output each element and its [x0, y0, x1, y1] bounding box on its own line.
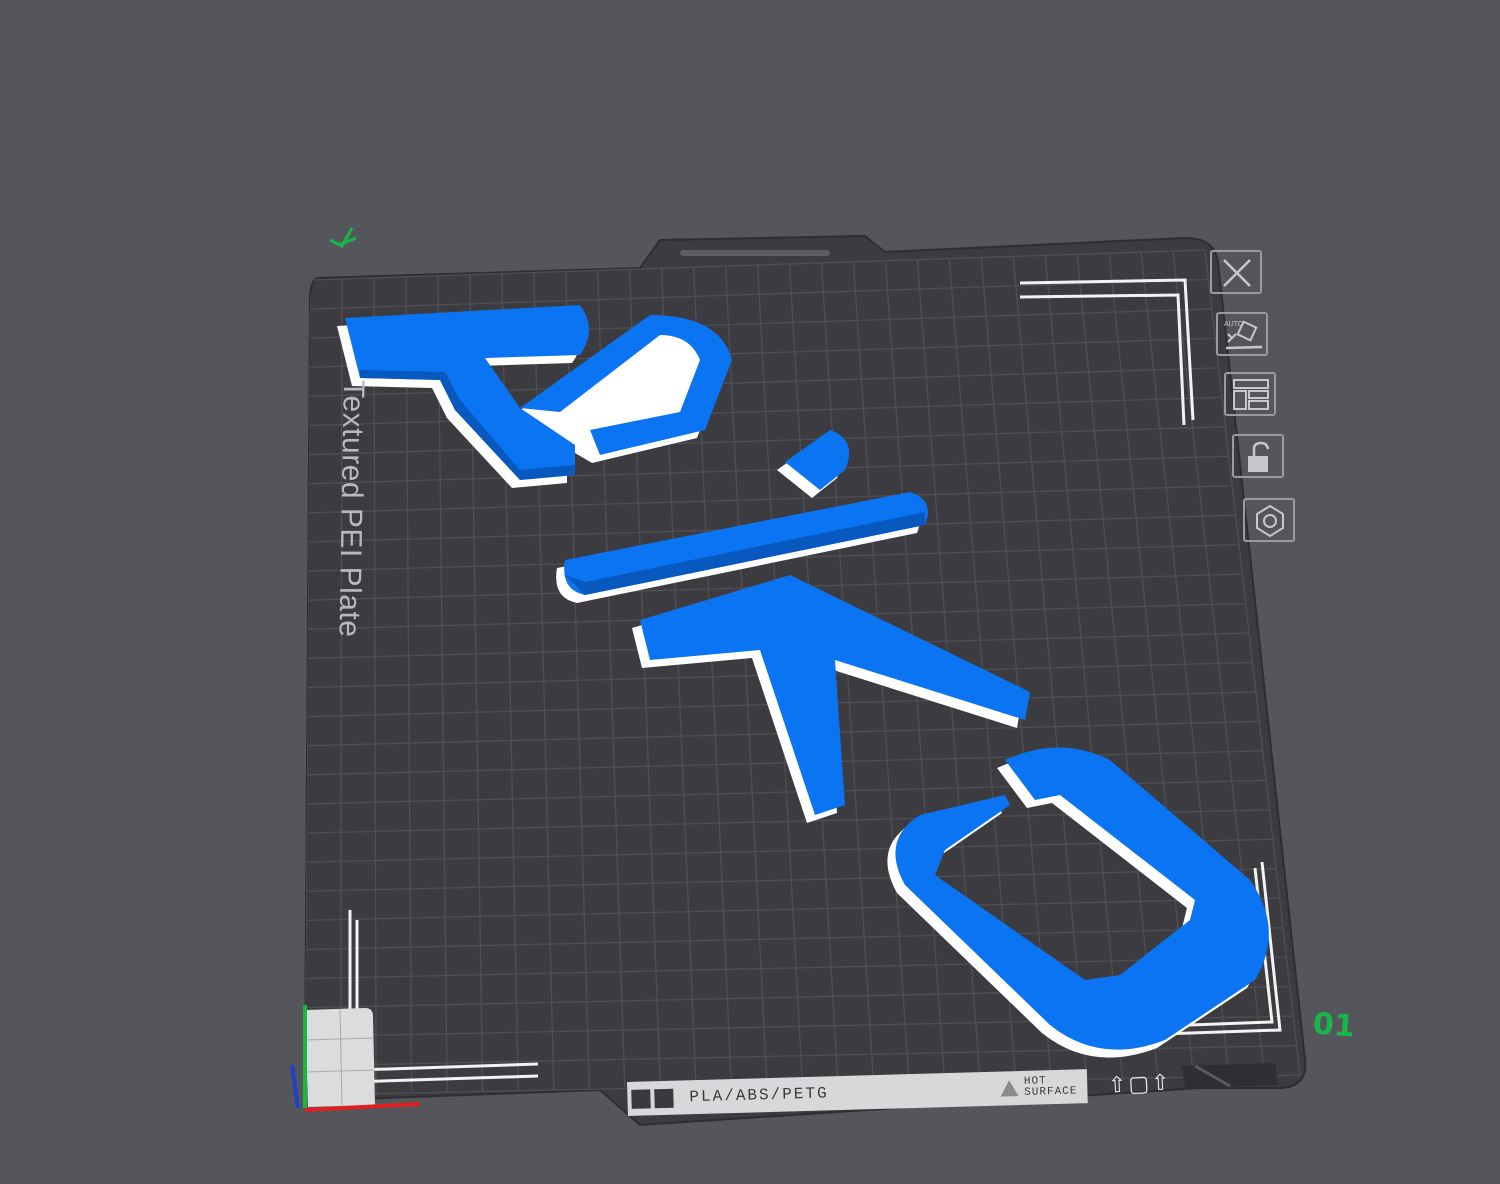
lock-icon	[1248, 441, 1270, 472]
close-icon	[1223, 259, 1251, 287]
plate-orientation-icons: ⇧▢⇧	[1107, 1070, 1173, 1099]
arrange-button[interactable]	[1224, 372, 1276, 416]
plate-type-label: Textured PEI Plate	[332, 380, 370, 638]
plate-slot	[680, 250, 830, 256]
arrange-icon	[1233, 379, 1269, 410]
warning-icon	[999, 1080, 1019, 1097]
3d-viewport[interactable]	[0, 0, 1500, 1184]
plate-number: 01	[1311, 1006, 1356, 1045]
lock-plate-button[interactable]	[1232, 434, 1284, 478]
plate-settings-button[interactable]	[1243, 498, 1295, 542]
material-label: PLA/ABS/PETG	[689, 1084, 829, 1107]
delete-plate-button[interactable]	[1210, 250, 1262, 294]
auto-orient-icon: AUTO	[1224, 320, 1263, 350]
y-axis	[290, 1064, 300, 1109]
auto-orient-button[interactable]: AUTO	[1216, 312, 1268, 356]
hot-surface-line2: SURFACE	[1024, 1085, 1078, 1099]
plate-origin-marker	[329, 227, 357, 248]
hot-surface-warning: HOT SURFACE	[999, 1075, 1078, 1099]
brand-logo-icon	[631, 1085, 678, 1112]
settings-icon	[1256, 504, 1284, 538]
